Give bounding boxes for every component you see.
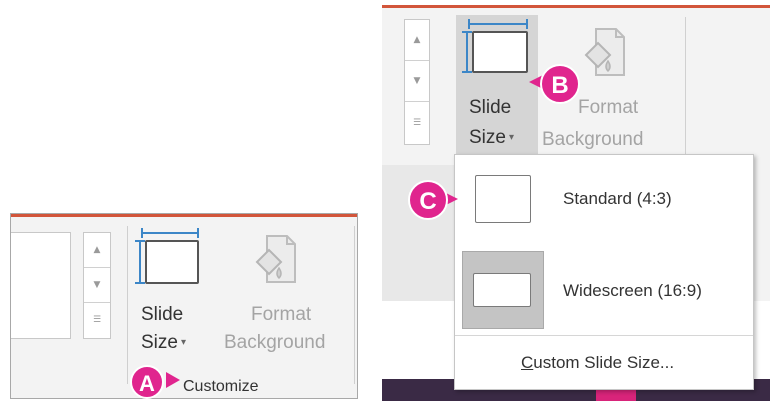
callout-marker-a: A: [130, 365, 164, 399]
menu-item-standard-label: Standard (4:3): [563, 189, 672, 208]
scroll-up-icon[interactable]: ▲: [405, 20, 429, 61]
gallery-more-icon[interactable]: ☰: [84, 303, 110, 338]
group-separator-right: [354, 226, 355, 384]
menu-item-widescreen-label: Widescreen (16:9): [563, 281, 702, 300]
format-background-icon: [584, 28, 625, 76]
gallery-scrollbar[interactable]: ▲ ▼ ☰: [404, 19, 430, 145]
callout-marker-b: B: [540, 64, 580, 104]
slide-size-dropdown-menu: Standard (4:3) Widescreen (16:9) Custom …: [454, 154, 754, 390]
slide-size-label-line1: Slide: [469, 97, 512, 118]
chevron-down-icon: ▾: [180, 337, 186, 349]
customize-group-label: Customize: [183, 378, 259, 395]
ribbon-top-border: [11, 214, 357, 217]
format-label-line1: Format: [578, 97, 639, 118]
marker-a-pointer: [166, 372, 180, 388]
group-separator: [127, 226, 128, 384]
menu-item-widescreen[interactable]: Widescreen (16:9): [455, 247, 753, 333]
menu-separator: [455, 335, 753, 336]
menu-item-standard[interactable]: Standard (4:3): [455, 155, 753, 247]
menu-item-custom-label: Custom Slide Size...: [521, 353, 675, 372]
format-label-line2: Background: [224, 332, 326, 353]
ribbon-top-border: [382, 5, 770, 8]
scroll-down-icon[interactable]: ▼: [405, 61, 429, 102]
slide-size-label-line1: Slide: [141, 304, 184, 325]
width-ruler-icon: [141, 228, 199, 238]
standard-4-3-icon: [475, 175, 531, 223]
widescreen-16-9-icon: [473, 273, 531, 307]
height-ruler-icon: [462, 31, 472, 73]
menu-item-custom-slide-size[interactable]: Custom Slide Size...: [455, 337, 753, 387]
format-label-line2: Background: [542, 129, 644, 150]
slide-size-button[interactable]: Slide Size ▾: [456, 17, 538, 157]
callout-marker-c: C: [408, 180, 448, 220]
ribbon-left-panel: ▲ ▼ ☰ Slide Size ▾ Format Background Cust…: [10, 213, 358, 399]
slide-size-label-line2: Size ▾: [469, 127, 514, 148]
slide-size-label-line2: Size ▾: [141, 332, 186, 353]
gallery-scrollbar[interactable]: ▲ ▼ ☰: [83, 232, 111, 339]
gallery-more-icon[interactable]: ☰: [405, 102, 429, 144]
format-label-line1: Format: [251, 304, 312, 325]
chevron-down-icon: ▾: [508, 132, 514, 144]
group-separator: [685, 17, 686, 159]
slide-size-icon: [472, 31, 528, 73]
scroll-down-icon[interactable]: ▼: [84, 268, 110, 303]
scroll-up-icon[interactable]: ▲: [84, 233, 110, 268]
format-background-icon: [255, 235, 296, 283]
slide-size-button[interactable]: Slide Size ▾: [133, 228, 207, 370]
format-background-button[interactable]: Format Background: [211, 230, 346, 370]
width-ruler-icon: [468, 19, 528, 29]
slide-size-icon: [145, 240, 199, 284]
height-ruler-icon: [135, 240, 145, 284]
themes-gallery[interactable]: [11, 232, 71, 339]
